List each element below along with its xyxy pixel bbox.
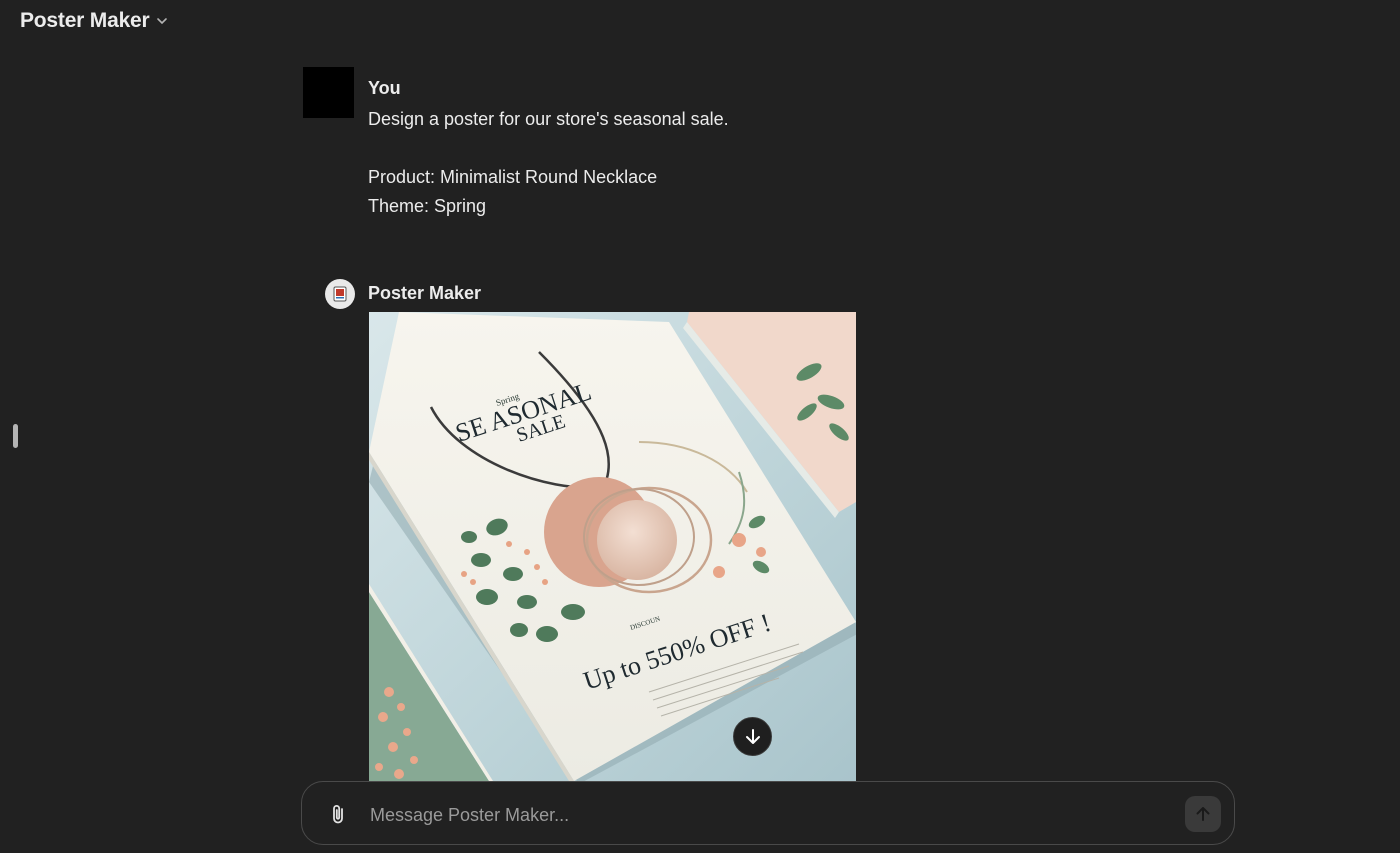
arrow-up-icon (1196, 807, 1210, 821)
gpt-title: Poster Maker (20, 9, 150, 32)
message-input[interactable] (368, 800, 1172, 830)
attach-button[interactable] (326, 802, 350, 826)
user-name: You (368, 78, 401, 98)
user-message-line: Product: Minimalist Round Necklace (368, 167, 658, 187)
assistant-name: Poster Maker (368, 283, 482, 303)
chat-app: Poster Maker You Design a poster for our… (0, 0, 1400, 853)
poster-illustration: Spring SE ASONAL SALE DISCOUN Up to 550%… (369, 312, 856, 781)
paperclip-icon (333, 805, 343, 824)
generated-poster-image[interactable]: Spring SE ASONAL SALE DISCOUN Up to 550%… (369, 312, 856, 781)
user-message-blank-line (368, 134, 729, 163)
sidebar-toggle-handle[interactable] (13, 424, 18, 448)
user-message-line: Theme: Spring (368, 196, 487, 216)
scroll-to-bottom-button[interactable] (733, 717, 772, 756)
user-message: Design a poster for our store's seasonal… (368, 105, 729, 221)
arrow-down-icon (745, 728, 760, 744)
user-avatar (303, 67, 354, 118)
message-composer (301, 781, 1235, 845)
poster-icon (333, 286, 347, 302)
user-message-line: Design a poster for our store's seasonal… (368, 109, 729, 129)
chevron-down-icon (156, 18, 167, 25)
send-button[interactable] (1185, 796, 1221, 832)
model-selector[interactable]: Poster Maker (20, 9, 168, 33)
poster-maker-avatar-icon (325, 279, 355, 309)
